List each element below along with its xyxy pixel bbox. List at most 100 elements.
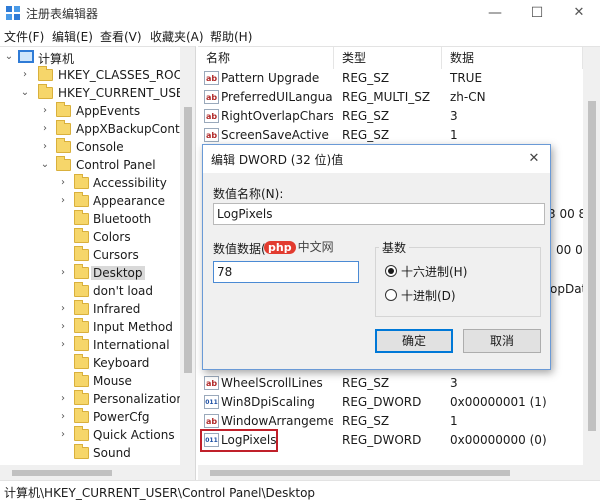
tree-item-quick-actions[interactable]: › Quick Actions — [0, 426, 180, 445]
tree-item-powercfg[interactable]: › PowerCfg — [0, 408, 180, 427]
value-row[interactable]: ab PreferredUILangua... REG_MULTI_SZ zh-… — [198, 88, 578, 107]
chevron-down-icon[interactable]: ⌄ — [40, 159, 50, 171]
tree-hscroll-thumb[interactable] — [12, 470, 112, 476]
value-type: REG_DWORD — [342, 433, 422, 447]
chevron-right-icon[interactable]: › — [58, 339, 68, 351]
chevron-down-icon[interactable]: ⌄ — [20, 87, 30, 99]
chevron-right-icon[interactable]: › — [58, 393, 68, 405]
column-header-type[interactable]: 类型 — [334, 47, 442, 69]
tree-vertical-scrollbar[interactable] — [180, 47, 195, 465]
value-data-field[interactable]: 78 — [213, 261, 359, 283]
tree-scroll-thumb[interactable] — [184, 107, 192, 373]
tree-horizontal-scrollbar[interactable] — [0, 465, 195, 480]
menu-edit[interactable]: 编辑(E) — [52, 28, 93, 45]
tree-item-infrared[interactable]: › Infrared — [0, 300, 180, 319]
chevron-right-icon[interactable]: › — [58, 429, 68, 441]
tree-item-personalization[interactable]: › Personalization — [0, 390, 184, 409]
values-hscroll-thumb[interactable] — [210, 470, 510, 476]
tree-expander — [58, 447, 68, 459]
column-header-data[interactable]: 数据 — [442, 47, 583, 69]
tree-item-mouse[interactable]: Mouse — [0, 372, 180, 391]
ok-button[interactable]: 确定 — [375, 329, 453, 353]
menu-help[interactable]: 帮助(H) — [210, 28, 252, 45]
chevron-right-icon[interactable]: › — [58, 303, 68, 315]
tree-expander — [58, 285, 68, 297]
tree-item-hkey-classes-root[interactable]: › HKEY_CLASSES_ROOT — [0, 66, 190, 85]
dialog-close-button[interactable]: ✕ — [523, 149, 545, 169]
chevron-right-icon[interactable]: › — [40, 123, 50, 135]
tree-item-input-method[interactable]: › Input Method — [0, 318, 180, 337]
value-row[interactable]: ab WheelScrollLines REG_SZ 3 — [198, 374, 578, 393]
tree-item-dont-load[interactable]: don't load — [0, 282, 180, 301]
values-vertical-scrollbar[interactable] — [583, 47, 600, 465]
tree-item-label: Personalization — [93, 392, 184, 406]
radio-hex-label[interactable]: 十六进制(H) — [401, 263, 467, 280]
tree-item-label: AppEvents — [76, 104, 141, 118]
tree-item-bluetooth[interactable]: Bluetooth — [0, 210, 180, 229]
chevron-right-icon[interactable]: › — [58, 267, 68, 279]
value-name-field[interactable]: LogPixels — [213, 203, 545, 225]
chevron-right-icon[interactable]: › — [40, 105, 50, 117]
tree-item-control-panel[interactable]: ⌄ Control Panel — [0, 156, 180, 175]
folder-icon — [74, 444, 89, 459]
menu-view[interactable]: 查看(V) — [100, 28, 142, 45]
close-window-button[interactable]: ✕ — [558, 0, 600, 26]
tree-item-label: PowerCfg — [93, 410, 150, 424]
folder-icon — [38, 84, 53, 99]
tree-item-label: Accessibility — [93, 176, 167, 190]
value-row[interactable]: 011 Win8DpiScaling REG_DWORD 0x00000001 … — [198, 393, 578, 412]
chevron-right-icon[interactable]: › — [58, 411, 68, 423]
registry-path: 计算机\HKEY_CURRENT_USER\Control Panel\Desk… — [4, 486, 316, 500]
tree-item-cursors[interactable]: Cursors — [0, 246, 180, 265]
folder-icon — [74, 318, 89, 333]
values-horizontal-scrollbar[interactable] — [198, 465, 600, 480]
tree-item-accessibility[interactable]: › Accessibility — [0, 174, 180, 193]
dialog-title-bar: 编辑 DWORD (32 位)值 ✕ — [203, 145, 550, 173]
values-scroll-thumb[interactable] — [588, 101, 596, 431]
chevron-right-icon[interactable]: › — [20, 69, 30, 81]
value-name-label: 数值名称(N): — [213, 187, 284, 201]
chevron-right-icon[interactable]: › — [58, 177, 68, 189]
column-header-name[interactable]: 名称 — [198, 47, 334, 69]
menu-file[interactable]: 文件(F) — [4, 28, 44, 45]
radio-hex[interactable] — [385, 265, 397, 277]
value-data: 1 — [450, 414, 458, 428]
tree-expander — [58, 375, 68, 387]
value-row[interactable]: ab Pattern Upgrade REG_SZ TRUE — [198, 69, 578, 88]
tree-expander — [58, 213, 68, 225]
edit-dword-dialog: 编辑 DWORD (32 位)值 ✕ 数值名称(N): LogPixels 数值… — [202, 144, 551, 370]
value-row[interactable]: ab RightOverlapChars REG_SZ 3 — [198, 107, 578, 126]
tree-item-appevents[interactable]: › AppEvents — [0, 102, 180, 121]
minimize-button[interactable]: — — [474, 0, 516, 26]
chevron-right-icon[interactable]: › — [40, 141, 50, 153]
radio-decimal[interactable] — [385, 289, 397, 301]
chevron-right-icon[interactable]: › — [58, 321, 68, 333]
chevron-down-icon[interactable]: ⌄ — [4, 51, 14, 63]
base-label: 基数 — [379, 239, 410, 256]
tree-item-international[interactable]: › International — [0, 336, 180, 355]
tree-item-sound[interactable]: Sound — [0, 444, 180, 463]
tree-item-appearance[interactable]: › Appearance — [0, 192, 180, 211]
value-type: REG_SZ — [342, 414, 390, 428]
tree-item-colors[interactable]: Colors — [0, 228, 180, 247]
tree-item-appxbackup[interactable]: › AppXBackupConter — [0, 120, 192, 139]
tree-item-computer[interactable]: ⌄ 计算机 — [0, 49, 180, 67]
menu-favorites[interactable]: 收藏夹(A) — [150, 28, 204, 45]
tree-item-hkey-current-user[interactable]: ⌄ HKEY_CURRENT_USER — [0, 84, 192, 103]
tree-item-console[interactable]: › Console — [0, 138, 180, 157]
value-name: WheelScrollLines — [221, 376, 323, 390]
radio-decimal-label[interactable]: 十进制(D) — [401, 287, 456, 304]
maximize-button[interactable]: ☐ — [516, 0, 558, 26]
folder-icon — [74, 192, 89, 207]
value-data: 3 — [450, 109, 458, 123]
tree-item-label: HKEY_CLASSES_ROOT — [58, 68, 191, 82]
value-row[interactable]: ab ScreenSaveActive REG_SZ 1 — [198, 126, 578, 145]
tree-item-desktop[interactable]: › Desktop — [0, 264, 180, 283]
tree-item-label: Infrared — [93, 302, 141, 316]
value-name: Pattern Upgrade — [221, 71, 320, 85]
folder-icon — [74, 174, 89, 189]
chevron-right-icon[interactable]: › — [58, 195, 68, 207]
value-data: 0x00000001 (1) — [450, 395, 547, 409]
cancel-button[interactable]: 取消 — [463, 329, 541, 353]
tree-item-keyboard[interactable]: Keyboard — [0, 354, 180, 373]
